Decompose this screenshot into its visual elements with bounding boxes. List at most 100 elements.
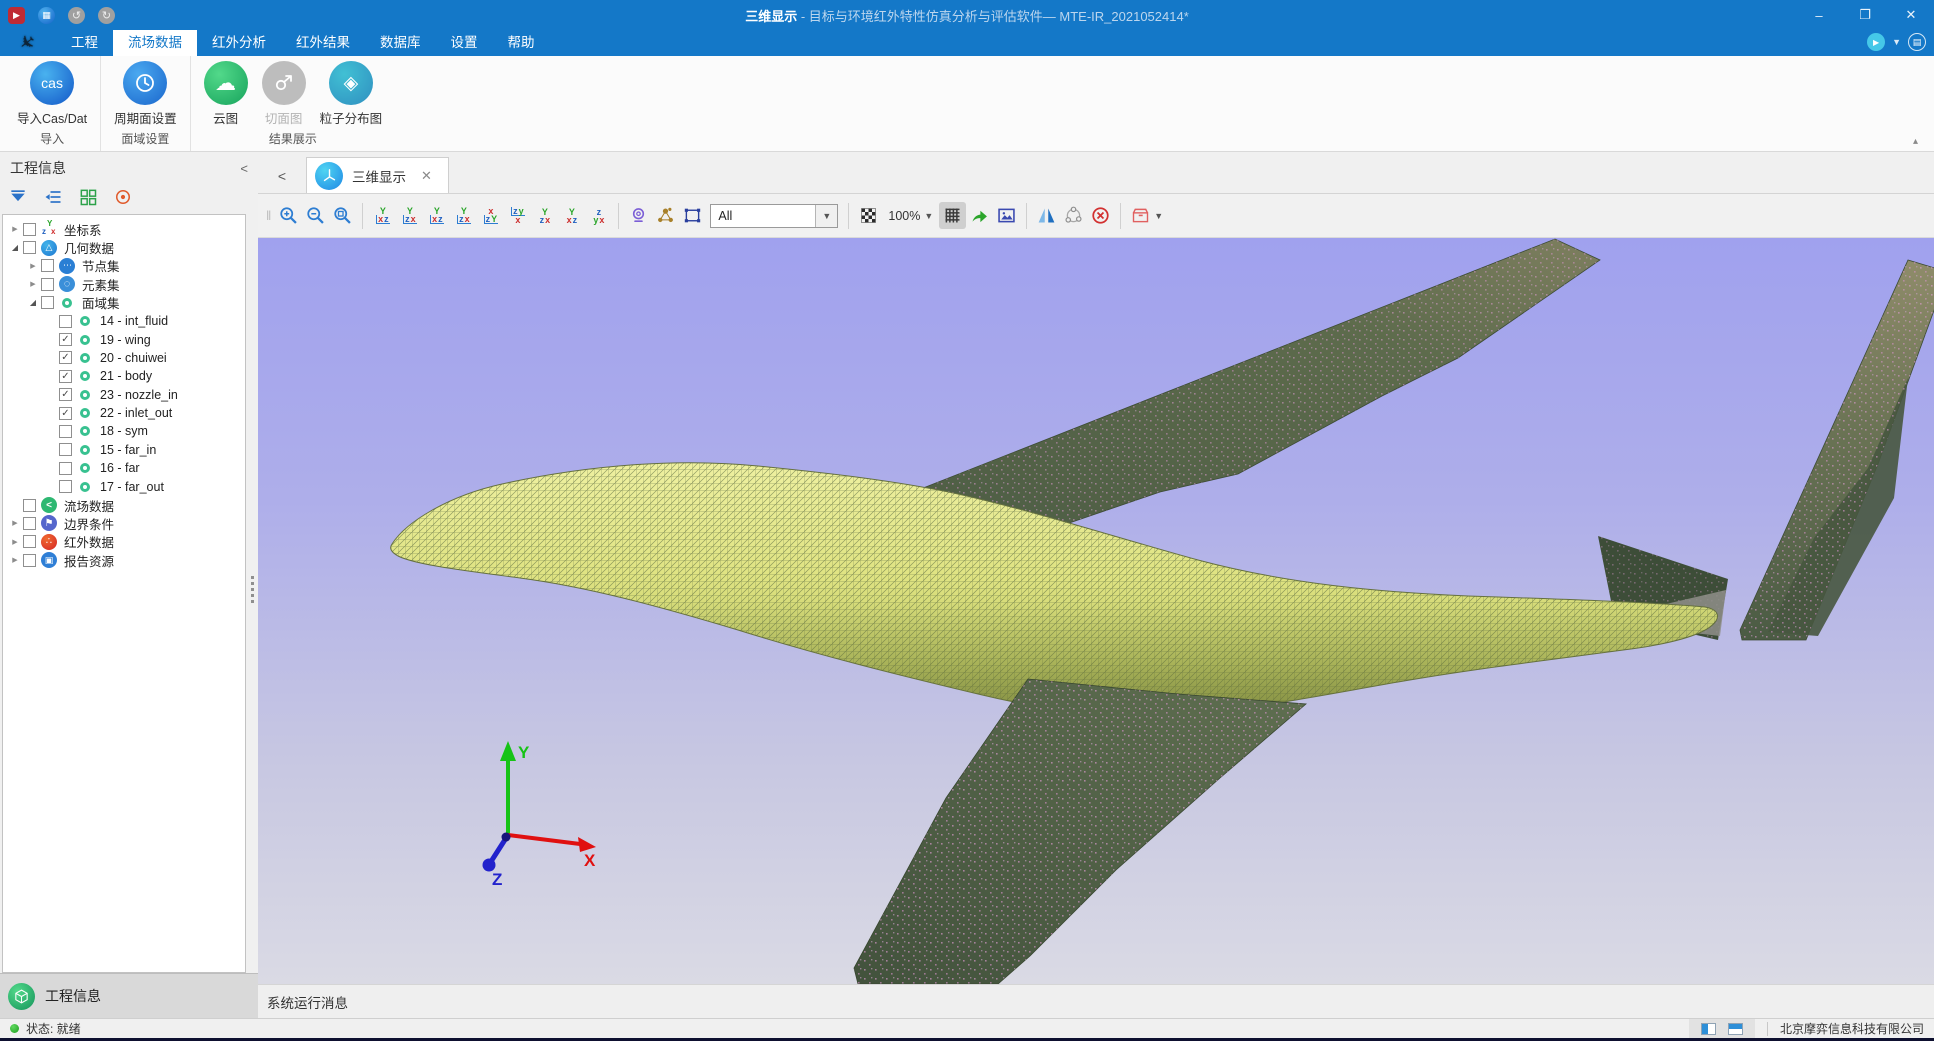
tree-item[interactable]: ▶∴红外数据 — [3, 533, 245, 551]
tree-checkbox[interactable] — [59, 443, 72, 456]
viewport-3d[interactable]: Y X Z — [258, 238, 1934, 984]
redo-icon[interactable]: ↻ — [98, 7, 115, 24]
tree-item[interactable]: ✓19 - wing — [3, 330, 245, 348]
view-iso-3-icon[interactable]: zyx — [585, 208, 612, 224]
locate-target-icon[interactable] — [113, 187, 133, 207]
filter-icon[interactable] — [8, 187, 28, 207]
expander-collapsed-icon[interactable]: ▶ — [7, 538, 23, 546]
expander-collapsed-icon[interactable]: ▶ — [25, 280, 41, 288]
tree-checkbox[interactable] — [59, 480, 72, 493]
expander-collapsed-icon[interactable]: ▶ — [7, 556, 23, 564]
view-left-icon[interactable]: Yxz — [423, 207, 450, 224]
menu-item-3[interactable]: 红外结果 — [281, 30, 365, 56]
view-iso-1-icon[interactable]: Yzx — [531, 208, 558, 224]
view-back-icon[interactable]: Yzx — [396, 207, 423, 224]
periodic-copy-icon[interactable] — [1060, 202, 1087, 229]
mesh-toggle-icon[interactable] — [939, 202, 966, 229]
menu-item-2[interactable]: 红外分析 — [197, 30, 281, 56]
tree-checkbox[interactable] — [23, 223, 36, 236]
menu-item-4[interactable]: 数据库 — [365, 30, 436, 56]
save-icon[interactable]: ▦ — [38, 7, 55, 24]
view-front-icon[interactable]: Yxz — [369, 207, 396, 224]
expander-expanded-icon[interactable]: ◢ — [25, 298, 41, 307]
tree-item[interactable]: ✓22 - inlet_out — [3, 404, 245, 422]
tree-checkbox[interactable] — [59, 425, 72, 438]
molecule-icon[interactable] — [652, 202, 679, 229]
camera-icon[interactable] — [625, 202, 652, 229]
expander-expanded-icon[interactable]: ◢ — [7, 243, 23, 252]
expander-collapsed-icon[interactable]: ▶ — [25, 262, 41, 270]
tree-checkbox[interactable] — [23, 517, 36, 530]
tree-checkbox[interactable]: ✓ — [59, 351, 72, 364]
tree-item[interactable]: ▶⚑边界条件 — [3, 514, 245, 532]
tree-checkbox[interactable] — [59, 462, 72, 475]
tree-checkbox[interactable]: ✓ — [59, 370, 72, 383]
save-view-caret-icon[interactable]: ▼ — [1154, 211, 1163, 221]
tree-item[interactable]: ▶Yzx坐标系 — [3, 220, 245, 238]
tree-item[interactable]: 16 - far — [3, 459, 245, 477]
view-top-icon[interactable]: xzY — [477, 207, 504, 224]
tree-item[interactable]: ◢面域集 — [3, 294, 245, 312]
splitter-handle[interactable] — [251, 576, 254, 603]
transparency-icon[interactable] — [855, 202, 882, 229]
tree-item[interactable]: <流场数据 — [3, 496, 245, 514]
snapshot-image-icon[interactable] — [993, 202, 1020, 229]
tree-item[interactable]: ▶◌元素集 — [3, 275, 245, 293]
periodic-face-button[interactable]: 周期面设置 — [107, 61, 184, 127]
view-iso-2-icon[interactable]: Yxz — [558, 208, 585, 224]
panel-collapse-icon[interactable]: < — [240, 161, 248, 176]
share-export-icon[interactable] — [966, 202, 993, 229]
tree-item[interactable]: ✓20 - chuiwei — [3, 349, 245, 367]
tree-checkbox[interactable] — [41, 296, 54, 309]
style-caret-icon[interactable]: ▼ — [1892, 37, 1901, 47]
grid-view-icon[interactable] — [78, 187, 98, 207]
zoom-in-icon[interactable] — [275, 202, 302, 229]
tree-item[interactable]: ▶▣报告资源 — [3, 551, 245, 569]
marquee-select-icon[interactable] — [679, 202, 706, 229]
tree-item[interactable]: ◢△几何数据 — [3, 238, 245, 256]
expander-collapsed-icon[interactable]: ▶ — [7, 519, 23, 527]
minimize-button[interactable]: – — [1796, 0, 1842, 30]
tree-item[interactable]: ▶⋯节点集 — [3, 257, 245, 275]
menu-item-1[interactable]: 流场数据 — [113, 30, 197, 56]
zoom-fit-icon[interactable] — [329, 202, 356, 229]
tab-scroll-left-icon[interactable]: < — [258, 168, 306, 193]
toolbar-grip[interactable]: ‖ — [266, 208, 271, 223]
tree-item[interactable]: 15 - far_in — [3, 441, 245, 459]
part-filter-select[interactable]: All ▼ — [710, 204, 838, 228]
menu-item-5[interactable]: 设置 — [436, 30, 493, 56]
contour-button[interactable]: ☁ 云图 — [197, 61, 255, 127]
tree-checkbox[interactable] — [59, 315, 72, 328]
tab-close-icon[interactable]: ✕ — [421, 168, 432, 184]
tab-3d-view[interactable]: 三维显示 ✕ — [306, 157, 449, 193]
save-view-box-icon[interactable] — [1127, 202, 1154, 229]
tree-item[interactable]: ✓21 - body — [3, 367, 245, 385]
mirror-icon[interactable] — [1033, 202, 1060, 229]
close-button[interactable]: ✕ — [1888, 0, 1934, 30]
layout-horizontal-icon[interactable] — [1728, 1023, 1743, 1035]
expander-collapsed-icon[interactable]: ▶ — [7, 225, 23, 233]
ribbon-collapse-icon[interactable]: ▴ — [1913, 136, 1918, 147]
layout-vertical-icon[interactable] — [1701, 1023, 1716, 1035]
tree-checkbox[interactable]: ✓ — [59, 333, 72, 346]
style-switch-icon[interactable]: ▶ — [1867, 33, 1885, 51]
panel-footer-tab[interactable]: 工程信息 — [0, 973, 258, 1018]
combo-dropdown-icon[interactable]: ▼ — [815, 205, 837, 227]
menu-item-6[interactable]: 帮助 — [493, 30, 550, 56]
tree-checkbox[interactable] — [41, 259, 54, 272]
view-bottom-icon[interactable]: zyx — [504, 207, 531, 224]
tree-item[interactable]: 17 - far_out — [3, 477, 245, 495]
tree-checkbox[interactable]: ✓ — [59, 407, 72, 420]
tree-checkbox[interactable] — [41, 278, 54, 291]
view-right-icon[interactable]: Yzx — [450, 207, 477, 224]
tree-item[interactable]: 14 - int_fluid — [3, 312, 245, 330]
import-cas-dat-button[interactable]: cas 导入Cas/Dat — [10, 61, 94, 127]
collapse-list-icon[interactable] — [43, 187, 63, 207]
tree-item[interactable]: 18 - sym — [3, 422, 245, 440]
tree-checkbox[interactable] — [23, 499, 36, 512]
import-quick-icon[interactable]: ▶ — [8, 7, 25, 24]
zoom-out-icon[interactable] — [302, 202, 329, 229]
tree-checkbox[interactable] — [23, 241, 36, 254]
restore-button[interactable]: ❐ — [1842, 0, 1888, 30]
delete-icon[interactable] — [1087, 202, 1114, 229]
